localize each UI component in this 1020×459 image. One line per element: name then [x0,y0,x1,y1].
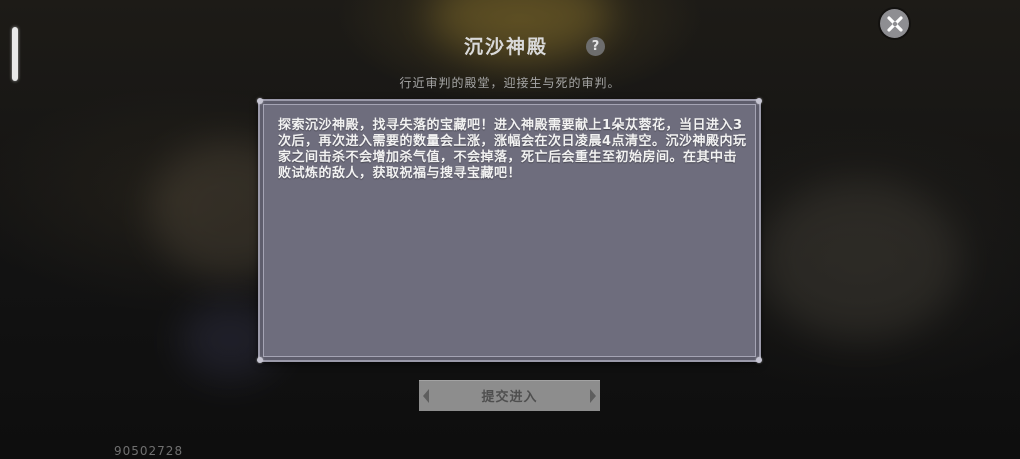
submit-button-label: 提交进入 [481,390,538,405]
user-id: 90502728 [114,444,184,458]
panel-corner-ornament [257,98,263,104]
panel-corner-ornament [257,357,263,363]
chevron-left-icon [423,389,429,403]
question-mark-icon[interactable]: ? [586,37,605,56]
background-blur-shape [760,180,960,340]
submit-enter-button[interactable]: 提交进入 [419,380,600,411]
dialog-subtitle: 行近审判的殿堂，迎接生与死的审判。 [399,76,621,90]
close-icon [886,15,903,32]
title-row: 沉沙神殿 ? [0,33,1020,63]
dialog-title: 沉沙神殿 [464,36,549,58]
description-panel: 探索沉沙神殿，找寻失落的宝藏吧！进入神殿需要献上1朵苁蓉花，当日进入3次后，再次… [257,98,762,363]
panel-corner-ornament [756,357,762,363]
chevron-right-icon [590,389,596,403]
description-text: 探索沉沙神殿，找寻失落的宝藏吧！进入神殿需要献上1朵苁蓉花，当日进入3次后，再次… [278,118,747,181]
panel-corner-ornament [756,98,762,104]
game-screen: 沉沙神殿 ? 行近审判的殿堂，迎接生与死的审判。 探索沉沙神殿，找寻失落的宝藏吧… [0,0,1020,459]
